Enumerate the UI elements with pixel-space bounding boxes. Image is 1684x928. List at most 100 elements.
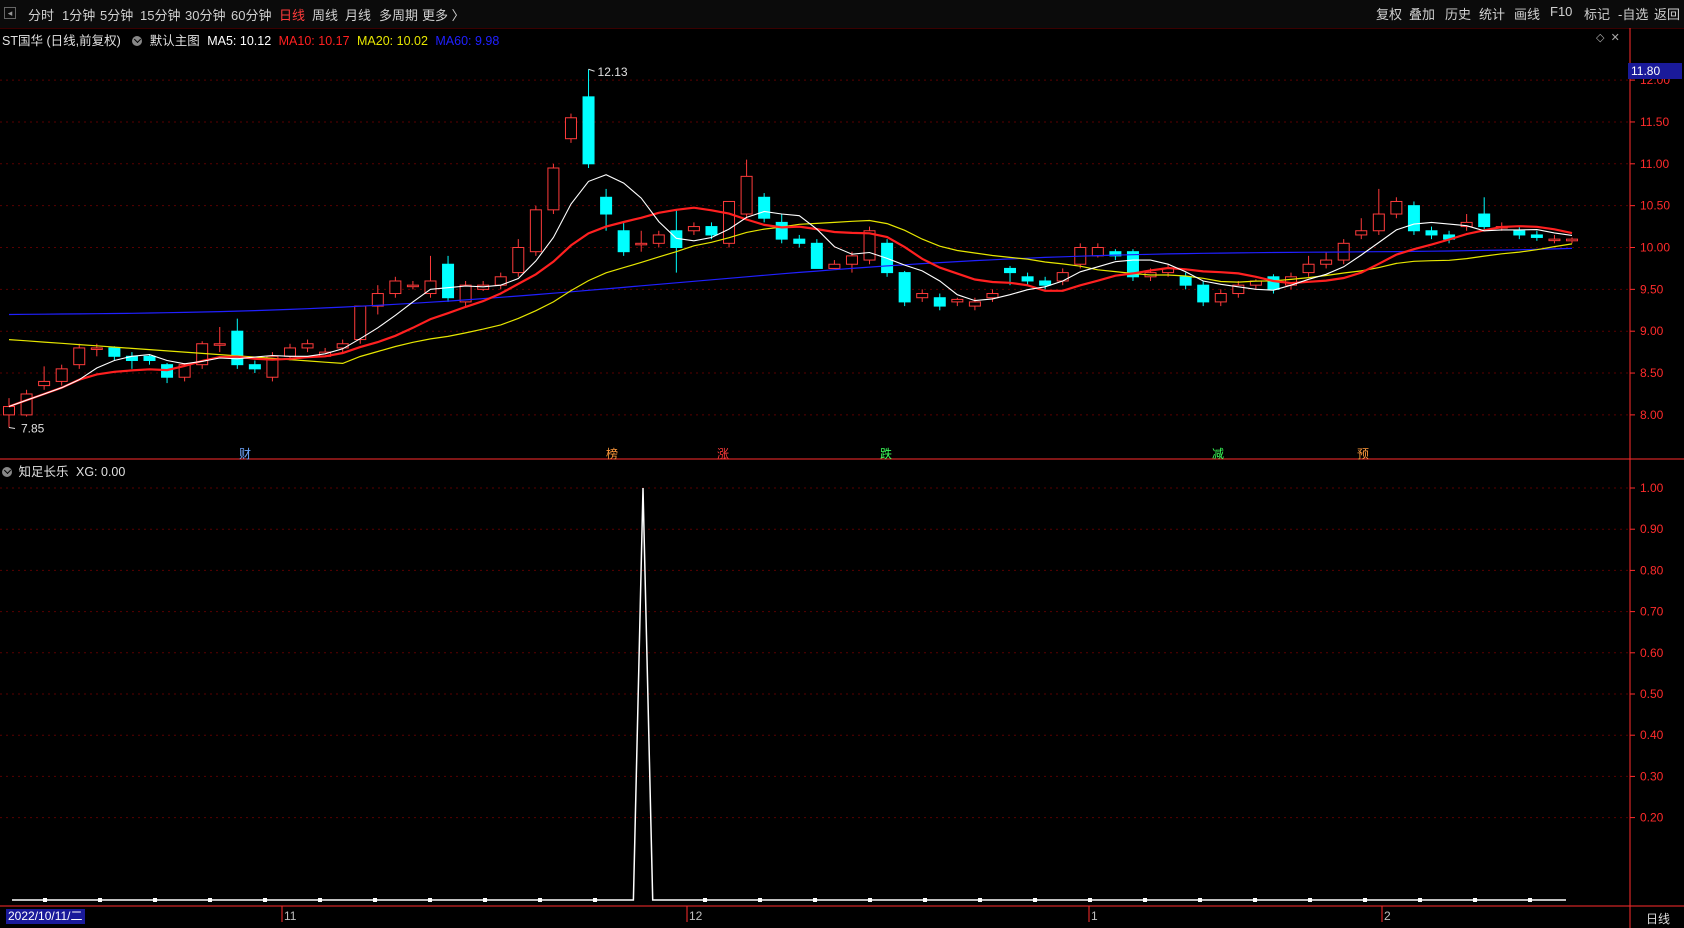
candle-body bbox=[371, 293, 384, 307]
candle-body bbox=[617, 230, 630, 253]
candle-body bbox=[828, 263, 841, 269]
candle-body bbox=[283, 347, 296, 357]
indicator-tick-label: 0.80 bbox=[1640, 563, 1664, 577]
candle-body bbox=[406, 284, 419, 288]
candle-body bbox=[1372, 213, 1385, 232]
price-tick-label: 9.50 bbox=[1640, 282, 1664, 296]
low-marker bbox=[8, 426, 16, 429]
candle-body bbox=[529, 209, 542, 253]
candle-body bbox=[55, 368, 68, 382]
event-marker[interactable]: 减 bbox=[1212, 445, 1224, 462]
candle-body bbox=[1478, 213, 1491, 228]
candle-body bbox=[1004, 267, 1017, 274]
candle-body bbox=[582, 96, 595, 165]
candle-body bbox=[248, 364, 261, 370]
xg-dot bbox=[923, 898, 927, 902]
candle-body bbox=[389, 280, 402, 295]
xg-dot bbox=[1033, 898, 1037, 902]
kline-chart[interactable]: 8.008.509.009.5010.0010.5011.0011.5012.0… bbox=[0, 0, 1684, 928]
xg-dot bbox=[1528, 898, 1532, 902]
indicator-tick-label: 0.70 bbox=[1640, 605, 1664, 619]
indicator-tick-label: 0.60 bbox=[1640, 646, 1664, 660]
xg-dot bbox=[978, 898, 982, 902]
candle-body bbox=[512, 247, 525, 274]
xg-dot bbox=[1143, 898, 1147, 902]
candle-body bbox=[810, 242, 823, 269]
candle-body bbox=[986, 293, 999, 299]
xg-dot bbox=[813, 898, 817, 902]
xg-dot bbox=[593, 898, 597, 902]
candle-body bbox=[652, 234, 665, 244]
price-tick-label: 10.50 bbox=[1640, 199, 1670, 213]
candle-body bbox=[635, 242, 648, 246]
price-tick-label: 11.00 bbox=[1640, 157, 1669, 171]
candle-body bbox=[740, 175, 753, 215]
month-label: 12 bbox=[689, 909, 703, 923]
candle-body bbox=[1021, 276, 1034, 282]
event-marker[interactable]: 预 bbox=[1357, 445, 1369, 462]
event-marker[interactable]: 跌 bbox=[880, 445, 892, 462]
candle-body bbox=[758, 196, 771, 219]
candle-body bbox=[793, 238, 806, 244]
candle-body bbox=[73, 347, 86, 366]
xg-dot bbox=[373, 898, 377, 902]
event-marker[interactable]: 榜 bbox=[606, 445, 618, 462]
event-marker[interactable]: 涨 bbox=[717, 445, 729, 462]
candle-body bbox=[1302, 263, 1315, 274]
month-label: 11 bbox=[284, 909, 297, 923]
price-tick-label: 9.00 bbox=[1640, 324, 1664, 338]
candle-body bbox=[845, 255, 858, 265]
xg-dot bbox=[318, 898, 322, 902]
candle-body bbox=[775, 221, 788, 240]
candle-body bbox=[951, 298, 964, 303]
candle-body bbox=[1320, 259, 1333, 265]
candle-body bbox=[442, 263, 455, 299]
candle-body bbox=[687, 226, 700, 232]
candle-body bbox=[108, 347, 121, 357]
price-tick-label: 8.00 bbox=[1640, 408, 1664, 422]
candle-body bbox=[1548, 238, 1561, 242]
candle-body bbox=[1407, 205, 1420, 232]
candle-body bbox=[1566, 238, 1578, 242]
candle-body bbox=[1179, 276, 1192, 286]
price-tick-label: 11.50 bbox=[1640, 115, 1669, 129]
month-label: 1 bbox=[1091, 909, 1098, 923]
xg-dot bbox=[538, 898, 542, 902]
candle-body bbox=[213, 343, 226, 346]
price-tick-label: 8.50 bbox=[1640, 366, 1664, 380]
xg-dot bbox=[868, 898, 872, 902]
event-marker[interactable]: 财 bbox=[239, 445, 251, 462]
period-label: 日线 bbox=[1646, 912, 1671, 926]
candle-body bbox=[1355, 230, 1368, 236]
candle-body bbox=[1425, 230, 1438, 236]
candle-body bbox=[564, 117, 577, 140]
candle-body bbox=[1390, 200, 1403, 215]
indicator-tick-label: 0.20 bbox=[1640, 811, 1664, 825]
indicator-tick-label: 0.40 bbox=[1640, 728, 1664, 742]
xg-dot bbox=[483, 898, 487, 902]
candle-body bbox=[143, 355, 156, 361]
indicator-tick-label: 0.90 bbox=[1640, 522, 1664, 536]
candle-body bbox=[354, 305, 367, 341]
ma20-line bbox=[8, 219, 1573, 365]
xg-dot bbox=[1088, 898, 1092, 902]
candle-body bbox=[38, 380, 51, 387]
xg-dot bbox=[758, 898, 762, 902]
ma60-line bbox=[8, 247, 1573, 316]
candle-body bbox=[705, 226, 718, 236]
xg-dot bbox=[208, 898, 212, 902]
high-price-label: 12.13 bbox=[598, 65, 628, 79]
candle-body bbox=[1267, 276, 1280, 290]
candle-body bbox=[1039, 280, 1052, 286]
candle-body bbox=[1091, 247, 1104, 257]
xg-dot bbox=[428, 898, 432, 902]
xg-dot bbox=[43, 898, 47, 902]
candle-body bbox=[336, 343, 349, 349]
date-cursor-label: 2022/10/11/二 bbox=[6, 909, 85, 924]
xg-dot bbox=[1473, 898, 1477, 902]
xg-dot bbox=[1308, 898, 1312, 902]
xg-dot bbox=[1253, 898, 1257, 902]
candle-body bbox=[916, 293, 929, 299]
candle-body bbox=[1513, 230, 1526, 236]
candle-body bbox=[231, 330, 244, 366]
